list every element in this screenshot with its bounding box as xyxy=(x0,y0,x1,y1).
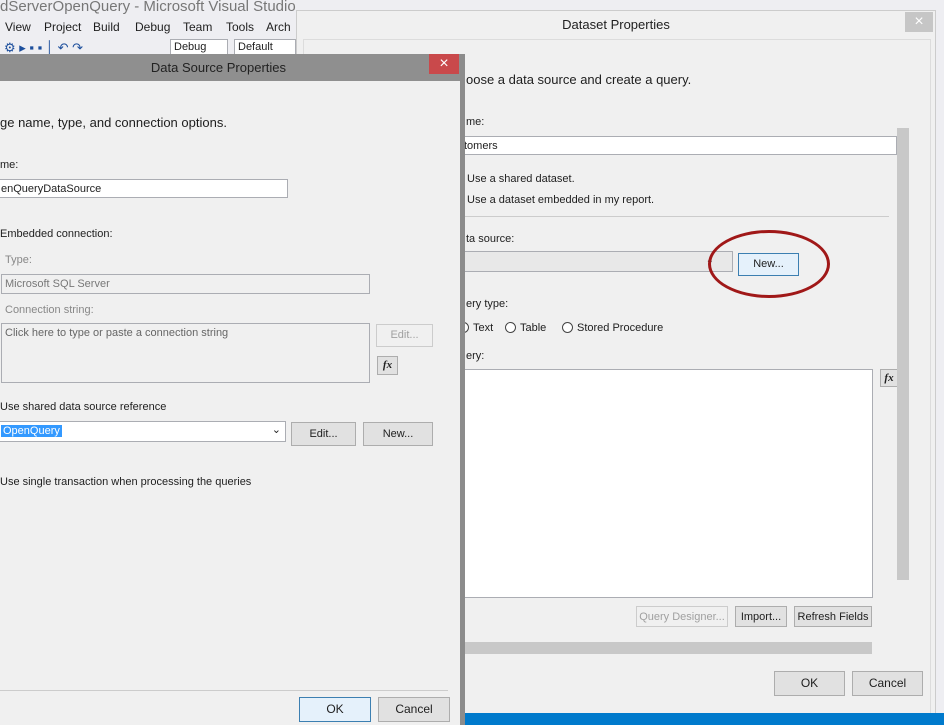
connection-string-input[interactable]: Click here to type or paste a connection… xyxy=(1,323,370,383)
radio-stored-procedure[interactable]: Stored Procedure xyxy=(562,322,663,334)
type-label: Type: xyxy=(5,254,32,266)
radio-icon xyxy=(562,322,573,333)
datasource-name-input[interactable]: enQueryDataSource xyxy=(0,179,288,198)
shared-new-button[interactable]: New... xyxy=(363,422,433,446)
datasource-cancel-button[interactable]: Cancel xyxy=(378,697,450,722)
query-designer-button[interactable]: Query Designer... xyxy=(636,606,728,627)
datasource-dialog: Data Source Properties × xyxy=(0,54,465,725)
import-button[interactable]: Import... xyxy=(735,606,787,627)
connection-string-label: Connection string: xyxy=(5,304,94,316)
shared-datasource-select[interactable]: OpenQuery ⌄ xyxy=(0,421,286,442)
radio-embedded-dataset[interactable]: Use a dataset embedded in my report. xyxy=(467,194,654,206)
radio-embedded-connection[interactable]: Embedded connection: xyxy=(0,228,113,240)
menu-project[interactable]: Project xyxy=(44,20,81,34)
dataset-name-label: me: xyxy=(466,116,485,128)
dataset-intro: oose a data source and create a query. xyxy=(466,72,692,87)
radio-table[interactable]: Table xyxy=(505,322,546,334)
radio-shared-reference[interactable]: Use shared data source reference xyxy=(0,401,166,413)
radio-shared-dataset[interactable]: Use a shared dataset. xyxy=(467,173,575,185)
dataset-ok-button[interactable]: OK xyxy=(774,671,845,696)
dataset-close-button[interactable]: × xyxy=(905,12,933,32)
shared-edit-button[interactable]: Edit... xyxy=(291,422,356,446)
query-label: ery: xyxy=(466,350,485,362)
type-select[interactable]: Microsoft SQL Server xyxy=(1,274,370,294)
query-type-label: ery type: xyxy=(466,298,509,310)
divider xyxy=(0,690,448,691)
query-textarea[interactable] xyxy=(460,369,873,598)
datasource-close-button[interactable]: × xyxy=(429,54,459,74)
datasource-name-label: me: xyxy=(0,159,19,171)
highlight-circle xyxy=(708,230,830,298)
datasource-intro: ge name, type, and connection options. xyxy=(0,115,227,130)
datasource-ok-button[interactable]: OK xyxy=(299,697,371,722)
datasource-select[interactable]: ⌄ xyxy=(460,251,733,272)
connection-edit-button[interactable]: Edit... xyxy=(376,324,433,347)
datasource-label: ta source: xyxy=(466,233,515,245)
divider xyxy=(462,216,889,217)
query-fx-button[interactable]: fx xyxy=(880,369,898,387)
vs-title: dServerOpenQuery - Microsoft Visual Stud… xyxy=(0,0,296,15)
menu-tools[interactable]: Tools xyxy=(226,20,254,34)
menu-arch[interactable]: Arch xyxy=(266,20,291,34)
dataset-cancel-button[interactable]: Cancel xyxy=(852,671,923,696)
radio-icon xyxy=(505,322,516,333)
vertical-scrollbar[interactable] xyxy=(897,128,909,580)
dataset-name-input[interactable]: tomers xyxy=(460,136,897,155)
menu-view[interactable]: View xyxy=(5,20,31,34)
status-bar xyxy=(465,713,944,725)
chevron-down-icon: ⌄ xyxy=(271,424,281,436)
single-transaction-checkbox[interactable]: Use single transaction when processing t… xyxy=(0,476,251,488)
menu-build[interactable]: Build xyxy=(93,20,120,34)
menu-team[interactable]: Team xyxy=(183,20,212,34)
dataset-title: Dataset Properties xyxy=(562,17,670,32)
menu-debug[interactable]: Debug xyxy=(135,20,170,34)
datasource-title: Data Source Properties xyxy=(150,60,286,75)
menu-bar: View Project Build Debug Team Tools Arch xyxy=(0,20,296,36)
refresh-fields-button[interactable]: Refresh Fields xyxy=(794,606,872,627)
connection-fx-button[interactable]: fx xyxy=(377,356,398,375)
horizontal-scrollbar[interactable] xyxy=(465,642,872,654)
